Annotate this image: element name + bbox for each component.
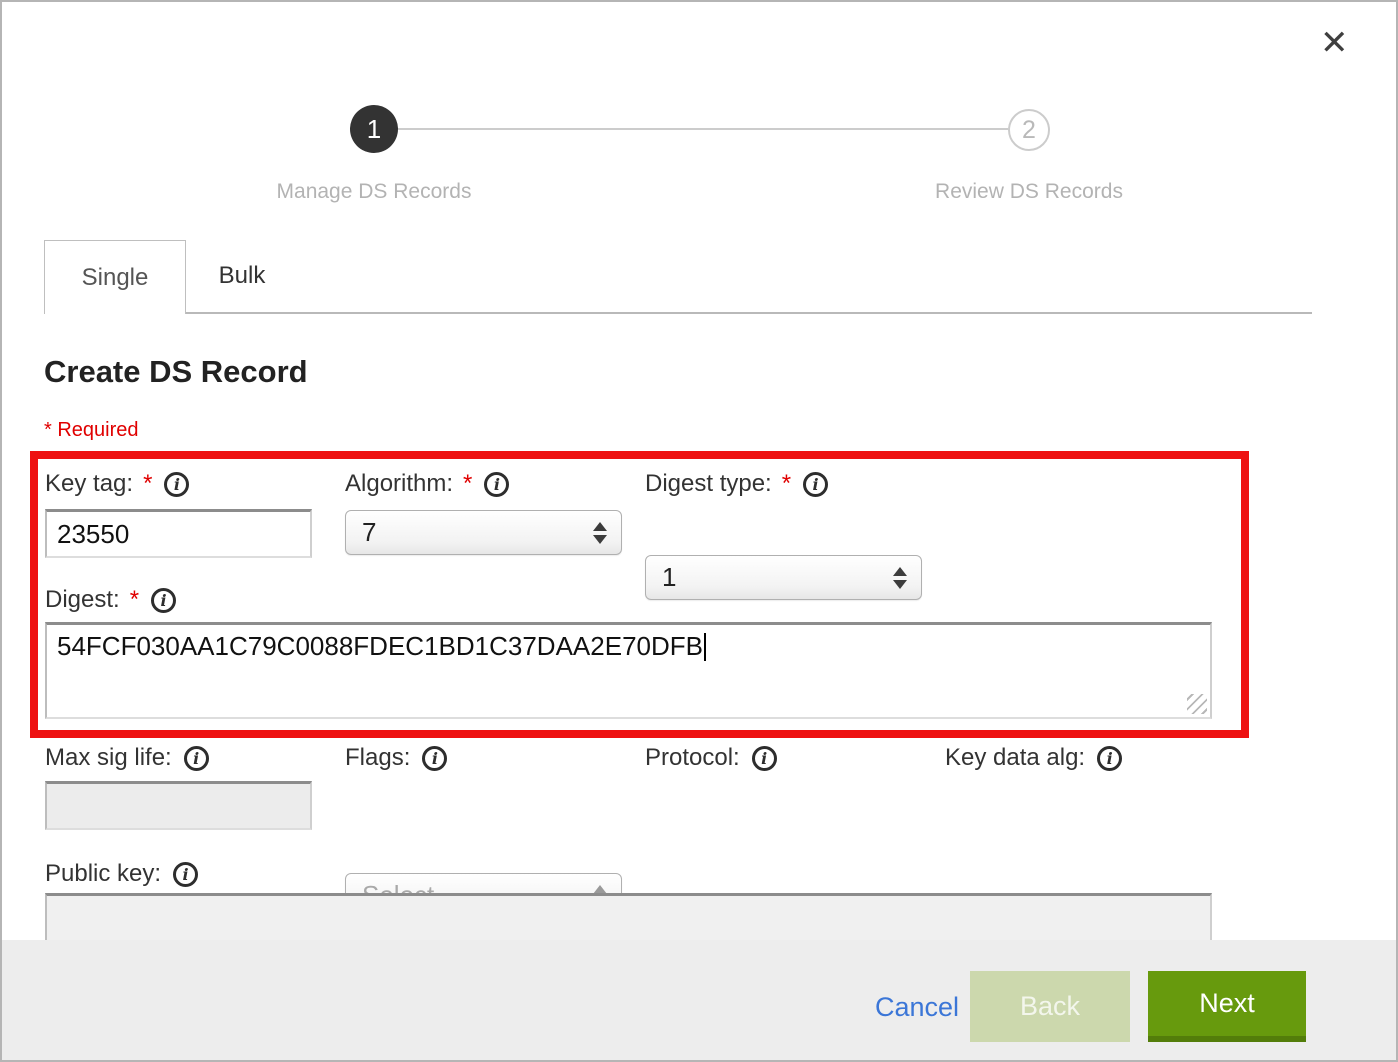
digest-type-label-text: Digest type:: [645, 470, 772, 498]
required-asterisk: *: [463, 470, 472, 498]
key-tag-input[interactable]: [45, 509, 312, 558]
digest-label-text: Digest:: [45, 586, 120, 614]
protocol-label: Protocol: i: [645, 744, 777, 772]
key-tag-label: Key tag: * i: [45, 470, 189, 498]
key-data-alg-label: Key data alg: i: [945, 744, 1122, 772]
tab-single[interactable]: Single: [44, 240, 186, 314]
stepper-connector-line: [398, 128, 1008, 130]
info-icon[interactable]: i: [184, 746, 209, 771]
cancel-button[interactable]: Cancel: [875, 992, 959, 1023]
info-icon[interactable]: i: [803, 472, 828, 497]
info-icon[interactable]: i: [164, 472, 189, 497]
resize-handle-icon[interactable]: [1187, 694, 1207, 714]
key-data-alg-label-text: Key data alg:: [945, 744, 1085, 772]
required-asterisk: *: [130, 586, 139, 614]
max-sig-life-label: Max sig life: i: [45, 744, 209, 772]
required-asterisk: *: [782, 470, 791, 498]
info-icon[interactable]: i: [1097, 746, 1122, 771]
info-icon[interactable]: i: [173, 862, 198, 887]
tab-divider: [186, 312, 1312, 314]
close-icon[interactable]: ✕: [1320, 26, 1349, 60]
page-title: Create DS Record: [44, 354, 308, 390]
info-icon[interactable]: i: [151, 588, 176, 613]
info-icon[interactable]: i: [422, 746, 447, 771]
max-sig-life-label-text: Max sig life:: [45, 744, 172, 772]
flags-label: Flags: i: [345, 744, 447, 772]
algorithm-select-value: 7: [362, 517, 376, 548]
digest-label: Digest: * i: [45, 586, 176, 614]
info-icon[interactable]: i: [484, 472, 509, 497]
protocol-label-text: Protocol:: [645, 744, 740, 772]
digest-value: 54FCF030AA1C79C0088FDEC1BD1C37DAA2E70DFB: [57, 631, 703, 661]
stepper-step-2-label: Review DS Records: [879, 180, 1179, 204]
info-icon[interactable]: i: [752, 746, 777, 771]
back-button[interactable]: Back: [970, 971, 1130, 1042]
text-cursor: [704, 633, 706, 661]
select-arrows-icon: [893, 567, 907, 589]
public-key-textarea[interactable]: [45, 893, 1212, 942]
digest-textarea[interactable]: 54FCF030AA1C79C0088FDEC1BD1C37DAA2E70DFB: [45, 622, 1212, 719]
algorithm-select[interactable]: 7: [345, 510, 622, 555]
digest-type-label: Digest type: * i: [645, 470, 828, 498]
public-key-label: Public key: i: [45, 860, 198, 888]
stepper-step-2-circle: 2: [1008, 109, 1050, 151]
public-key-label-text: Public key:: [45, 860, 161, 888]
tab-bulk[interactable]: Bulk: [186, 240, 298, 312]
algorithm-label: Algorithm: * i: [345, 470, 509, 498]
algorithm-label-text: Algorithm:: [345, 470, 453, 498]
stepper-step-1-label: Manage DS Records: [224, 180, 524, 204]
required-asterisk: *: [143, 470, 152, 498]
create-ds-record-modal: { "modal": { "close_icon": "✕" }, "icons…: [0, 0, 1398, 1062]
required-note: * Required: [44, 419, 139, 442]
stepper-step-1-circle: 1: [350, 105, 398, 153]
max-sig-life-input[interactable]: [45, 781, 312, 830]
key-tag-label-text: Key tag:: [45, 470, 133, 498]
flags-label-text: Flags:: [345, 744, 410, 772]
next-button[interactable]: Next: [1148, 971, 1306, 1042]
digest-type-select-value: 1: [662, 562, 676, 593]
select-arrows-icon: [593, 522, 607, 544]
digest-type-select[interactable]: 1: [645, 555, 922, 600]
